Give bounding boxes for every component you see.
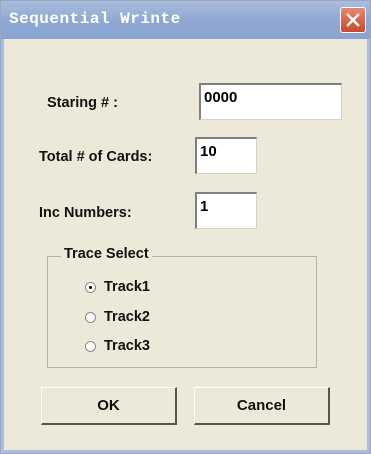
inc-numbers-label: Inc Numbers: [39,205,132,221]
radio-button-icon[interactable] [85,281,96,293]
total-cards-field[interactable]: 10 [195,137,257,174]
cancel-button[interactable]: Cancel [194,387,330,425]
window-frame-bottom [1,450,370,453]
starting-number-field[interactable]: 0000 [199,83,342,120]
window-frame-left [1,39,4,453]
trace-select-title: Trace Select [61,246,152,262]
radio-track2[interactable]: Track2 [85,306,150,328]
radio-track1[interactable]: Track1 [85,276,150,298]
window-title: Sequential Wrinte [9,10,181,28]
close-icon [346,13,360,27]
radio-label-track3: Track3 [104,338,150,354]
title-bar[interactable]: Sequential Wrinte [1,1,370,39]
window-frame-right [367,39,370,453]
starting-number-label: Staring # : [47,95,118,111]
radio-track3[interactable]: Track3 [85,335,150,357]
ok-button[interactable]: OK [41,387,177,425]
radio-button-icon[interactable] [85,340,96,352]
radio-label-track1: Track1 [104,279,150,295]
total-cards-label: Total # of Cards: [39,149,153,165]
radio-button-icon[interactable] [85,311,96,323]
radio-label-track2: Track2 [104,309,150,325]
inc-numbers-field[interactable]: 1 [195,192,257,229]
sequential-write-dialog: Sequential Wrinte Staring # : 0000 Total… [0,0,371,454]
close-button[interactable] [340,7,366,33]
